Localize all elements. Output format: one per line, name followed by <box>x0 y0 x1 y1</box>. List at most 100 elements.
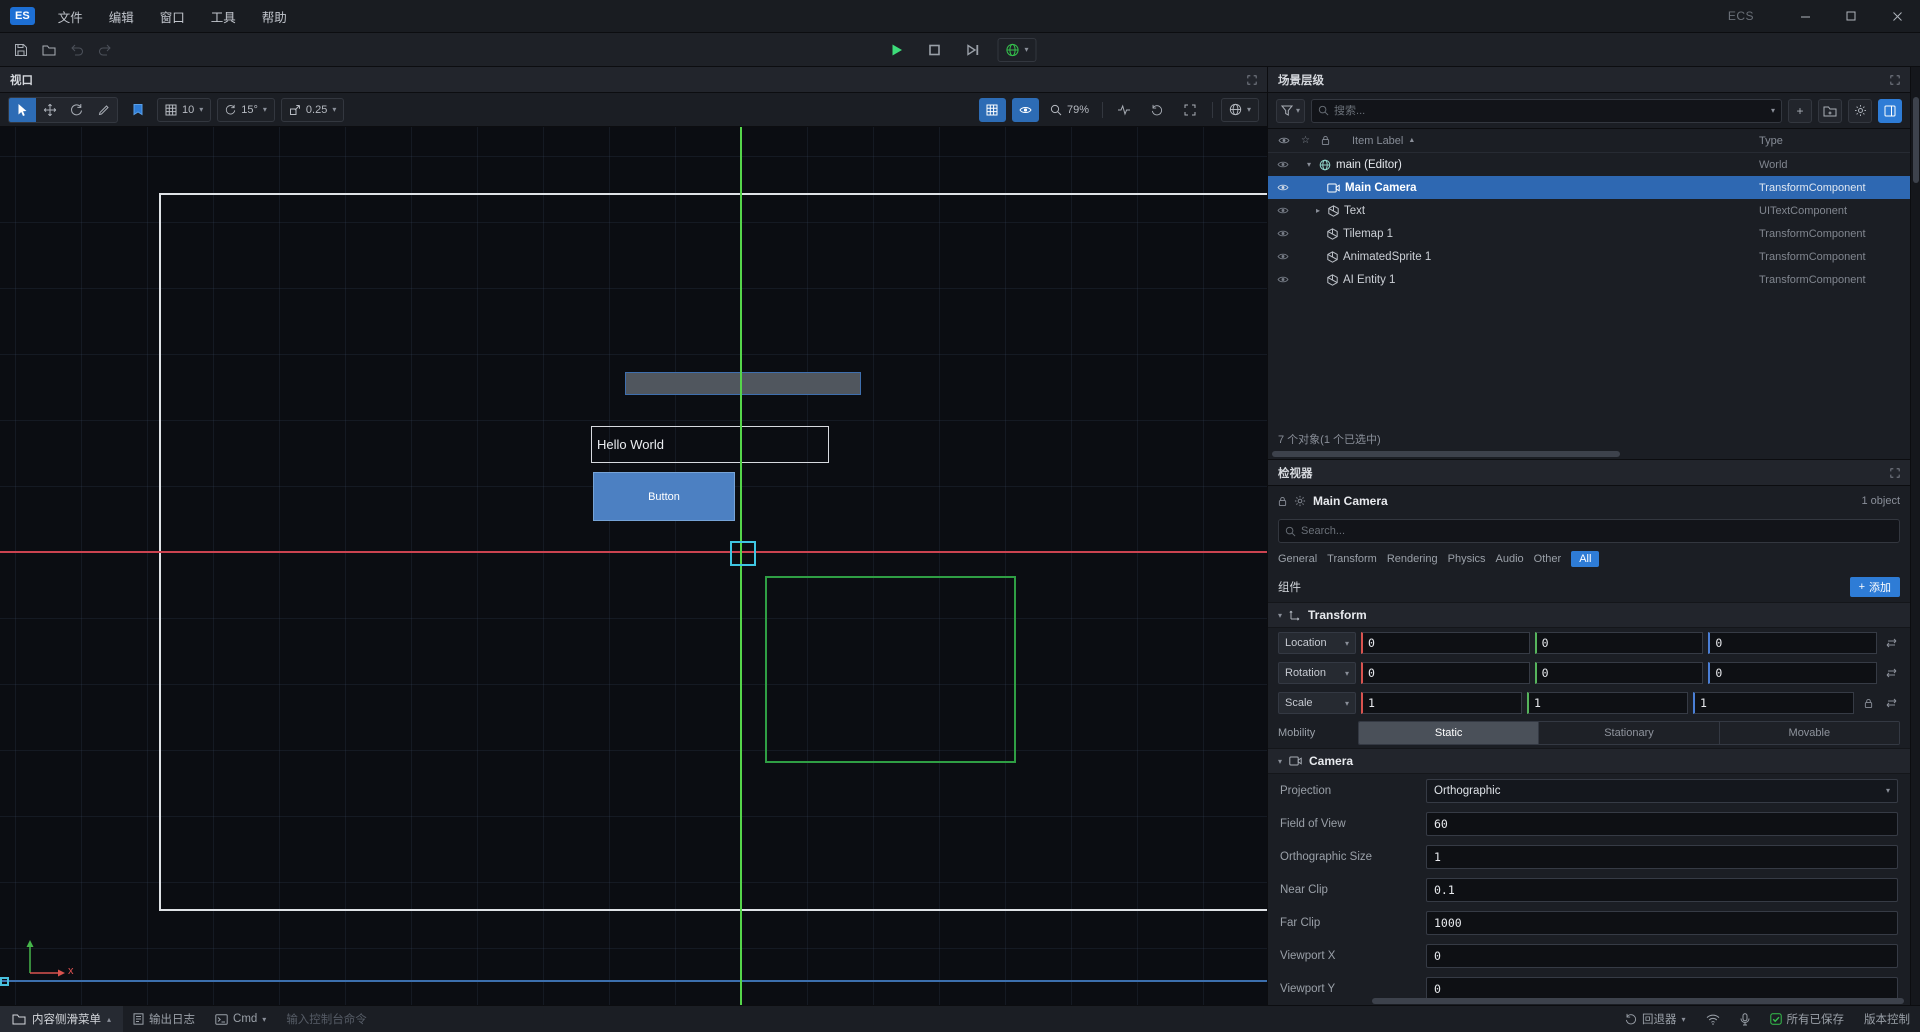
stats-button[interactable] <box>1111 98 1138 122</box>
button-widget[interactable]: Button <box>593 472 735 521</box>
far-clip-input[interactable] <box>1426 911 1898 935</box>
rotate-tool-button[interactable] <box>63 98 90 122</box>
mobility-movable[interactable]: Movable <box>1719 722 1899 744</box>
filter-button[interactable]: ▾ <box>1276 99 1305 123</box>
near-clip-input[interactable] <box>1426 878 1898 902</box>
location-dropdown[interactable]: Location▾ <box>1278 632 1356 654</box>
undo-button[interactable] <box>64 37 90 63</box>
move-tool-button[interactable] <box>36 98 63 122</box>
stop-button[interactable] <box>921 37 947 63</box>
tab-general[interactable]: General <box>1278 553 1317 565</box>
eye-column-icon[interactable] <box>1278 136 1290 145</box>
menu-help[interactable]: 帮助 <box>249 0 300 32</box>
location-y-input[interactable] <box>1535 632 1704 654</box>
chevron-right-icon[interactable]: ▸ <box>1313 206 1323 215</box>
scale-x-input[interactable] <box>1361 692 1522 714</box>
open-folder-button[interactable] <box>36 37 62 63</box>
lock-icon[interactable] <box>1859 698 1877 709</box>
eye-icon[interactable] <box>1268 229 1298 238</box>
scale-y-input[interactable] <box>1527 692 1688 714</box>
add-folder-button[interactable] <box>1818 99 1842 123</box>
add-component-button[interactable]: +添加 <box>1850 577 1900 597</box>
menu-file[interactable]: 文件 <box>45 0 96 32</box>
text-widget[interactable]: Hello World <box>591 426 829 463</box>
location-z-input[interactable] <box>1708 632 1877 654</box>
hierarchy-row-tilemap[interactable]: Tilemap 1 TransformComponent <box>1268 222 1910 245</box>
link-icon[interactable] <box>1882 698 1900 708</box>
viewport-mode-dropdown[interactable]: ▾ <box>1221 98 1259 122</box>
guide-handle-left[interactable] <box>0 977 9 986</box>
location-x-input[interactable] <box>1361 632 1530 654</box>
content-drawer-button[interactable]: 内容侧滑菜单 ▴ <box>0 1006 123 1032</box>
history-dropdown[interactable]: 回退器 ▾ <box>1615 1006 1696 1032</box>
rotation-snap-dropdown[interactable]: 15° ▾ <box>217 98 275 122</box>
column-item-label[interactable]: Item Label▲ <box>1352 135 1759 147</box>
hierarchy-search-input[interactable] <box>1334 105 1766 117</box>
selection-handle[interactable] <box>730 541 756 566</box>
mobility-stationary[interactable]: Stationary <box>1538 722 1718 744</box>
hierarchy-row-main-camera[interactable]: Main Camera TransformComponent <box>1268 176 1910 199</box>
redo-button[interactable] <box>92 37 118 63</box>
expand-panel-icon[interactable] <box>1890 75 1900 85</box>
hierarchy-row-text[interactable]: ▸ Text UITextComponent <box>1268 199 1910 222</box>
fullscreen-button[interactable] <box>1177 98 1204 122</box>
panel-layout-button[interactable] <box>1878 99 1902 123</box>
close-button[interactable] <box>1874 0 1920 32</box>
reset-view-button[interactable] <box>1144 98 1171 122</box>
select-tool-button[interactable] <box>9 98 36 122</box>
scrollbar-thumb[interactable] <box>1272 451 1620 457</box>
output-log-button[interactable]: 输出日志 <box>123 1006 205 1032</box>
tab-all[interactable]: All <box>1571 551 1599 567</box>
inspector-hscrollbar[interactable] <box>1268 997 1910 1005</box>
link-icon[interactable] <box>1882 638 1900 648</box>
add-entity-button[interactable]: + <box>1788 99 1812 123</box>
run-target-dropdown[interactable]: ▾ <box>997 38 1036 62</box>
maximize-button[interactable] <box>1828 0 1874 32</box>
lock-icon[interactable] <box>1278 496 1287 507</box>
link-icon[interactable] <box>1882 668 1900 678</box>
expand-panel-icon[interactable] <box>1890 468 1900 478</box>
show-gizmos-toggle[interactable] <box>1012 98 1039 122</box>
zoom-indicator[interactable]: 79% <box>1045 104 1094 116</box>
slider-widget[interactable] <box>625 372 861 395</box>
menu-tools[interactable]: 工具 <box>198 0 249 32</box>
column-type[interactable]: Type <box>1759 135 1910 147</box>
eye-icon[interactable] <box>1268 206 1298 215</box>
minimize-button[interactable] <box>1782 0 1828 32</box>
save-status-button[interactable]: 所有已保存 <box>1760 1006 1855 1032</box>
eye-icon[interactable] <box>1268 252 1298 261</box>
menu-window[interactable]: 窗口 <box>147 0 198 32</box>
hierarchy-row-main[interactable]: ▾ main (Editor) World <box>1268 153 1910 176</box>
scale-snap-dropdown[interactable]: 0.25 ▾ <box>281 98 344 122</box>
snap-toggle-button[interactable] <box>124 98 151 122</box>
edit-tool-button[interactable] <box>90 98 117 122</box>
play-button[interactable] <box>883 37 909 63</box>
transform-section-header[interactable]: ▾ Transform <box>1268 602 1910 628</box>
hierarchy-row-ai-entity[interactable]: AI Entity 1 TransformComponent <box>1268 268 1910 291</box>
gear-icon[interactable] <box>1294 495 1306 507</box>
version-control-button[interactable]: 版本控制 <box>1854 1006 1920 1032</box>
menu-edit[interactable]: 编辑 <box>96 0 147 32</box>
rotation-z-input[interactable] <box>1708 662 1877 684</box>
show-grid-toggle[interactable] <box>979 98 1006 122</box>
eye-icon[interactable] <box>1268 183 1298 192</box>
field-of-view-input[interactable] <box>1426 812 1898 836</box>
eye-icon[interactable] <box>1268 275 1298 284</box>
eye-icon[interactable] <box>1268 160 1298 169</box>
hierarchy-hscrollbar[interactable] <box>1268 449 1910 459</box>
cmd-dropdown[interactable]: Cmd ▾ <box>205 1006 276 1032</box>
grid-snap-dropdown[interactable]: 10 ▾ <box>157 98 211 122</box>
scrollbar-thumb[interactable] <box>1372 998 1904 1004</box>
mobility-static[interactable]: Static <box>1359 722 1538 744</box>
console-command-input[interactable]: 输入控制台命令 <box>276 1006 377 1032</box>
tab-other[interactable]: Other <box>1534 553 1562 565</box>
chevron-down-icon[interactable]: ▾ <box>1304 160 1314 169</box>
orthographic-size-input[interactable] <box>1426 845 1898 869</box>
rotation-x-input[interactable] <box>1361 662 1530 684</box>
expand-panel-icon[interactable] <box>1247 75 1257 85</box>
tab-transform[interactable]: Transform <box>1327 553 1377 565</box>
scene-canvas[interactable]: Hello World Button x <box>0 127 1267 1005</box>
hierarchy-search[interactable]: ▾ <box>1311 99 1782 123</box>
scrollbar-thumb[interactable] <box>1913 97 1919 183</box>
inspector-search-input[interactable] <box>1301 525 1893 537</box>
